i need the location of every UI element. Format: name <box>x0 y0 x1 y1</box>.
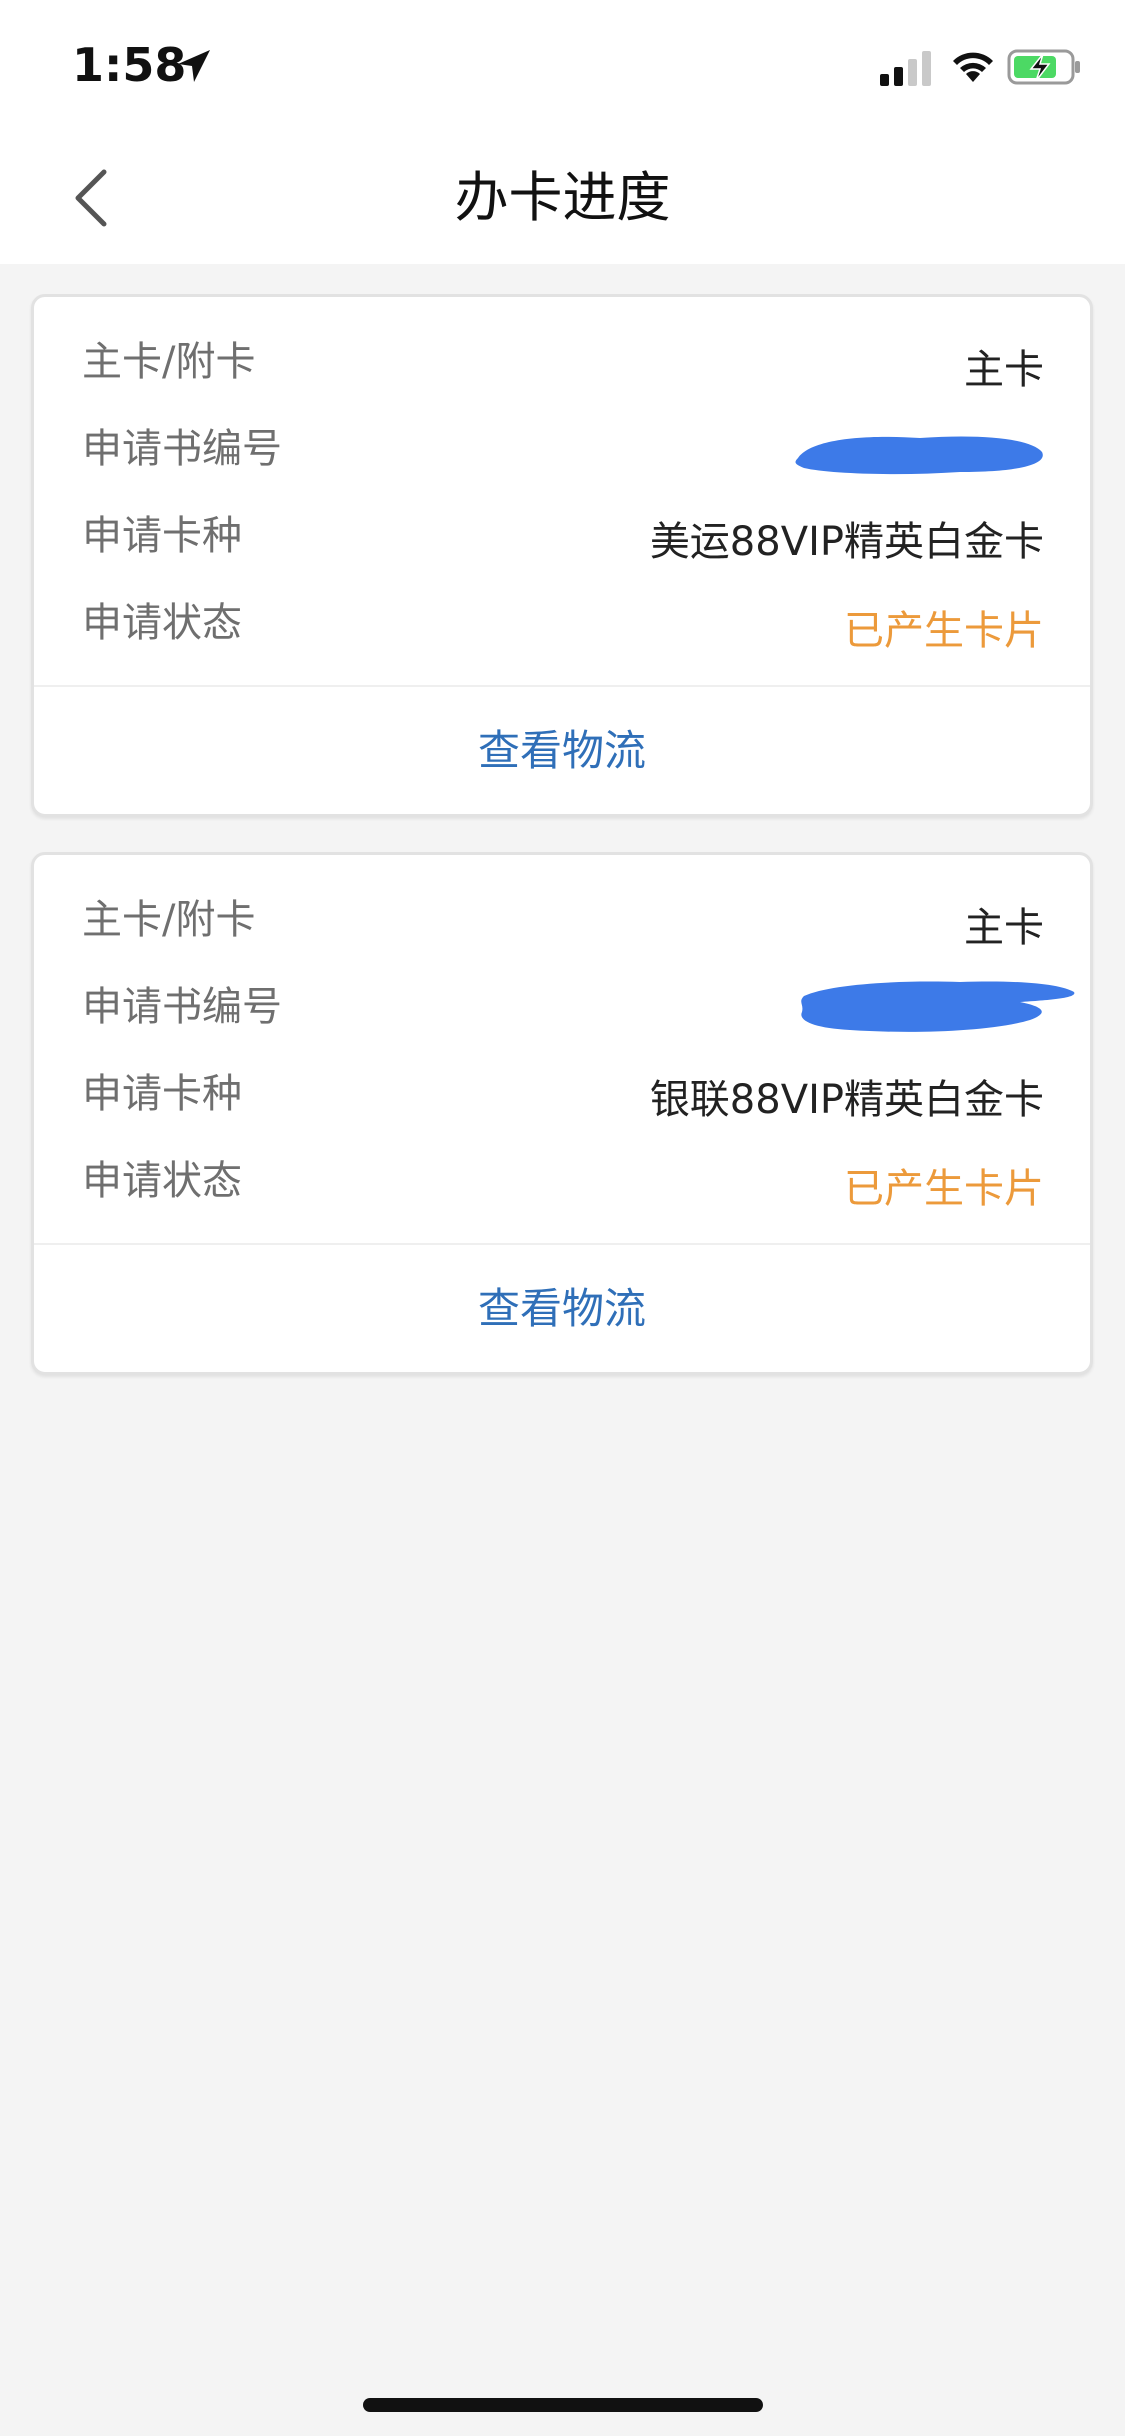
home-indicator[interactable] <box>363 2398 763 2412</box>
application-number-row: 申请书编号 <box>34 972 1090 1042</box>
card-type-label: 主卡/附卡 <box>82 897 256 943</box>
battery-charging-icon <box>1007 49 1080 85</box>
view-logistics-button[interactable]: 查看物流 <box>34 1245 1090 1373</box>
nav-bar: 办卡进度 <box>0 132 1125 264</box>
view-logistics-button[interactable]: 查看物流 <box>34 687 1090 815</box>
card-product-row: 申请卡种 银联88VIP精英白金卡 <box>34 1059 1090 1129</box>
card-type-value: 主卡 <box>964 905 1044 951</box>
status-bar: 1:58 <box>0 0 1125 132</box>
card-product-value: 美运88VIP精英白金卡 <box>649 519 1044 565</box>
location-arrow-icon <box>178 50 210 82</box>
application-status-label: 申请状态 <box>82 1158 242 1204</box>
application-number-label: 申请书编号 <box>82 984 282 1030</box>
page-title: 办卡进度 <box>454 166 671 229</box>
application-status-row: 申请状态 已产生卡片 <box>34 588 1090 658</box>
status-time: 1:58 <box>72 38 187 92</box>
redaction-mark <box>795 436 1043 475</box>
cellular-signal-icon <box>880 51 931 86</box>
application-card: 主卡/附卡 主卡 申请书编号 申请卡种 银联88VIP精英白金卡 申请状态 已产… <box>31 852 1093 1375</box>
application-status-value: 已产生卡片 <box>844 608 1044 654</box>
wifi-icon <box>953 52 993 82</box>
application-number-label: 申请书编号 <box>82 426 282 472</box>
card-product-label: 申请卡种 <box>82 1071 242 1117</box>
card-product-value: 银联88VIP精英白金卡 <box>649 1077 1044 1123</box>
application-status-value: 已产生卡片 <box>844 1166 1044 1212</box>
application-card: 主卡/附卡 主卡 申请书编号 申请卡种 美运88VIP精英白金卡 申请状态 已产… <box>31 294 1093 817</box>
card-type-label: 主卡/附卡 <box>82 339 256 385</box>
card-type-row: 主卡/附卡 主卡 <box>34 885 1090 955</box>
card-type-value: 主卡 <box>964 347 1044 393</box>
card-type-row: 主卡/附卡 主卡 <box>34 327 1090 397</box>
application-status-label: 申请状态 <box>82 600 242 646</box>
redaction-mark <box>801 981 1075 1032</box>
card-product-row: 申请卡种 美运88VIP精英白金卡 <box>34 501 1090 571</box>
card-product-label: 申请卡种 <box>82 513 242 559</box>
application-status-row: 申请状态 已产生卡片 <box>34 1146 1090 1216</box>
application-number-row: 申请书编号 <box>34 414 1090 484</box>
